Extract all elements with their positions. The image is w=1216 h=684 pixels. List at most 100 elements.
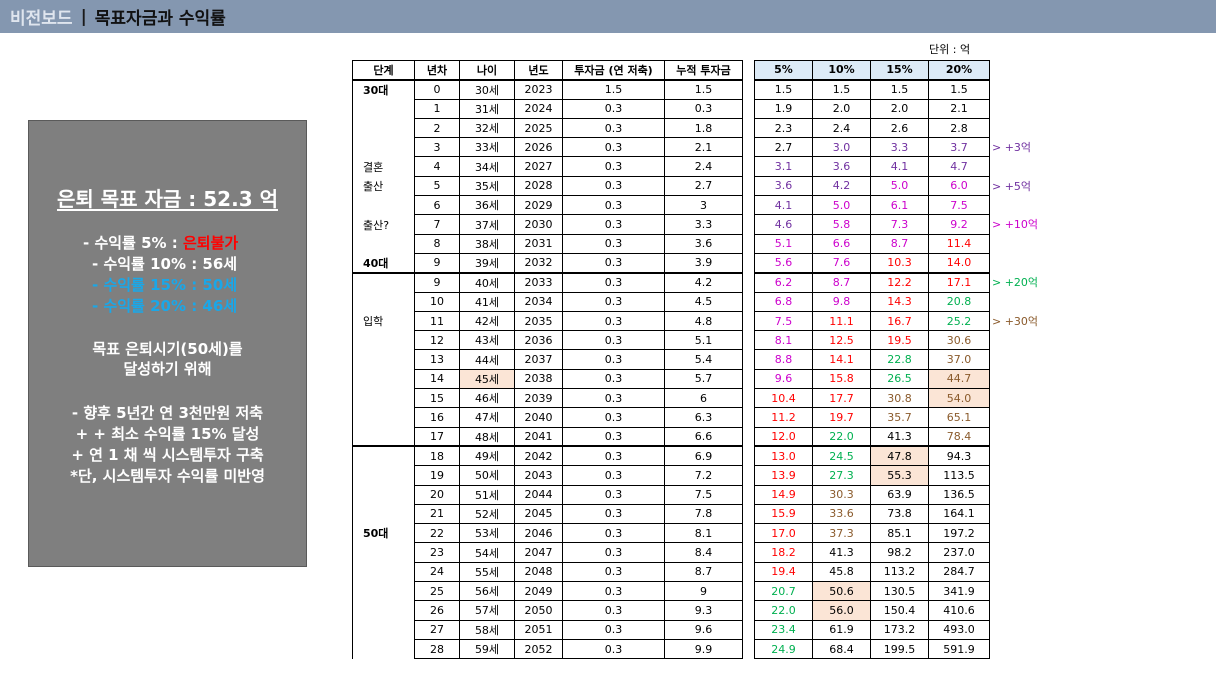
increase-note: > +3억 (992, 140, 1032, 154)
rate-value-cell: 14.9 (754, 484, 813, 505)
rate-value-cell: 113.2 (870, 561, 929, 583)
age-cell: 33세 (459, 137, 515, 158)
year-count-cell: 18 (414, 445, 460, 467)
rate-line-5-value: 은퇴불가 (182, 234, 239, 252)
rate-value-cell: 3.6 (754, 175, 813, 197)
cumulative-investment-cell: 2.1 (664, 137, 743, 158)
rate-value-cell: 2.1 (928, 98, 990, 119)
rate-value-cell: 54.0 (928, 388, 990, 409)
age-cell: 30세 (459, 79, 515, 100)
annual-investment-cell: 0.3 (562, 117, 665, 139)
year-count-cell: 9 (414, 252, 460, 274)
rate-value-cell: 3.0 (812, 137, 871, 158)
table-row: 결혼 4 34세 2027 0.3 2.4 (352, 156, 743, 177)
retirement-goal-box: 은퇴 목표 자금 : 52.3 억 - 수익률 5% : 은퇴불가 - 수익률 … (28, 120, 307, 567)
rate-value-cell: 136.5 (928, 484, 990, 505)
rate-value-cell: 12.5 (812, 330, 871, 351)
header-rate-15: 15% (870, 59, 929, 81)
year-cell: 2028 (514, 175, 563, 197)
table-row: 50대 22 53세 2046 0.3 8.1 (352, 523, 743, 544)
annual-investment-cell: 0.3 (562, 98, 665, 119)
stage-cell: 40대 (352, 253, 415, 273)
rate-value-cell: 18.2 (754, 542, 813, 563)
rate-value-cell: 199.5 (870, 638, 929, 660)
rate-row: 2.3 2.4 2.6 2.8 (754, 117, 990, 139)
header-year-count: 년차 (414, 59, 460, 81)
rate-line-10-label: - 수익률 10% : (92, 255, 203, 273)
rate-row: 6.8 9.8 14.3 20.8 (754, 291, 990, 312)
rate-value-cell: 3.1 (754, 156, 813, 177)
year-cell: 2025 (514, 117, 563, 139)
rate-row: 19.4 45.8 113.2 284.7 (754, 561, 990, 583)
rate-value-cell: 130.5 (870, 581, 929, 602)
year-count-cell: 0 (414, 79, 460, 100)
rate-row: 3.6 4.2 5.0 6.0 (754, 175, 990, 197)
year-cell: 2027 (514, 156, 563, 177)
rate-value-cell: 4.2 (812, 175, 871, 197)
cumulative-investment-cell: 5.7 (664, 368, 743, 390)
year-count-cell: 8 (414, 233, 460, 254)
rate-value-cell: 78.4 (928, 426, 990, 447)
rate-line-15-value: 50세 (202, 276, 238, 294)
table-row: 21 52세 2045 0.3 7.8 (352, 503, 743, 525)
age-cell: 46세 (459, 388, 515, 409)
table-row: 25 56세 2049 0.3 9 (352, 581, 743, 602)
year-count-cell: 9 (414, 271, 460, 293)
increase-note: > +5억 (992, 179, 1032, 193)
year-count-cell: 13 (414, 349, 460, 370)
annual-investment-cell: 0.3 (562, 445, 665, 467)
age-cell: 38세 (459, 233, 515, 254)
rate-value-cell: 65.1 (928, 407, 990, 428)
rate-value-cell: 14.0 (928, 252, 990, 274)
year-count-cell: 3 (414, 137, 460, 158)
rate-value-cell: 8.7 (812, 271, 871, 293)
cumulative-investment-cell: 4.8 (664, 310, 743, 332)
rate-value-cell: 85.1 (870, 523, 929, 544)
table-row: 28 59세 2052 0.3 9.9 (352, 638, 743, 660)
rate-value-cell: 284.7 (928, 561, 990, 583)
stage-cell (352, 234, 415, 254)
rate-value-cell: 44.7 (928, 368, 990, 390)
rate-value-cell: 33.6 (812, 503, 871, 525)
year-cell: 2031 (514, 233, 563, 254)
cumulative-investment-cell: 2.7 (664, 175, 743, 197)
year-count-cell: 19 (414, 465, 460, 486)
cumulative-investment-cell: 8.4 (664, 542, 743, 563)
rate-value-cell: 37.3 (812, 523, 871, 544)
year-cell: 2042 (514, 445, 563, 467)
rate-value-cell: 7.6 (812, 252, 871, 274)
rate-value-cell: 6.2 (754, 271, 813, 293)
rate-value-cell: 6.8 (754, 291, 813, 312)
annual-investment-cell: 0.3 (562, 156, 665, 177)
rate-value-cell: 3.6 (812, 156, 871, 177)
annual-investment-cell: 0.3 (562, 426, 665, 447)
age-cell: 55세 (459, 561, 515, 583)
cumulative-investment-cell: 7.5 (664, 484, 743, 505)
plan-line-1: - 향후 5년간 연 3천만원 저축 (71, 404, 264, 422)
table-row: 9 40세 2033 0.3 4.2 (352, 271, 743, 293)
rate-value-cell: 9.2 (928, 214, 990, 235)
table-row: 26 57세 2050 0.3 9.3 (352, 600, 743, 621)
rate-value-cell: 11.4 (928, 233, 990, 254)
cumulative-investment-cell: 9.3 (664, 600, 743, 621)
age-cell: 39세 (459, 252, 515, 274)
rate-value-cell: 1.5 (928, 79, 990, 100)
table-row: 2 32세 2025 0.3 1.8 (352, 117, 743, 139)
annual-investment-cell: 0.3 (562, 330, 665, 351)
stage-cell (352, 581, 415, 601)
rate-row: 24.9 68.4 199.5 591.9 (754, 638, 990, 660)
rate-value-cell: 14.1 (812, 349, 871, 370)
cumulative-investment-cell: 0.3 (664, 98, 743, 119)
rate-value-cell: 4.7 (928, 156, 990, 177)
year-cell: 2037 (514, 349, 563, 370)
rate-row: 14.9 30.3 63.9 136.5 (754, 484, 990, 505)
age-cell: 36세 (459, 195, 515, 216)
stage-cell (352, 504, 415, 524)
year-count-cell: 21 (414, 503, 460, 525)
year-count-cell: 26 (414, 600, 460, 621)
table-row: 출산 5 35세 2028 0.3 2.7 (352, 175, 743, 197)
rate-value-cell: 113.5 (928, 465, 990, 486)
rate-row: 7.5 11.1 16.7 25.2 (754, 310, 990, 332)
year-cell: 2052 (514, 638, 563, 660)
age-cell: 51세 (459, 484, 515, 505)
